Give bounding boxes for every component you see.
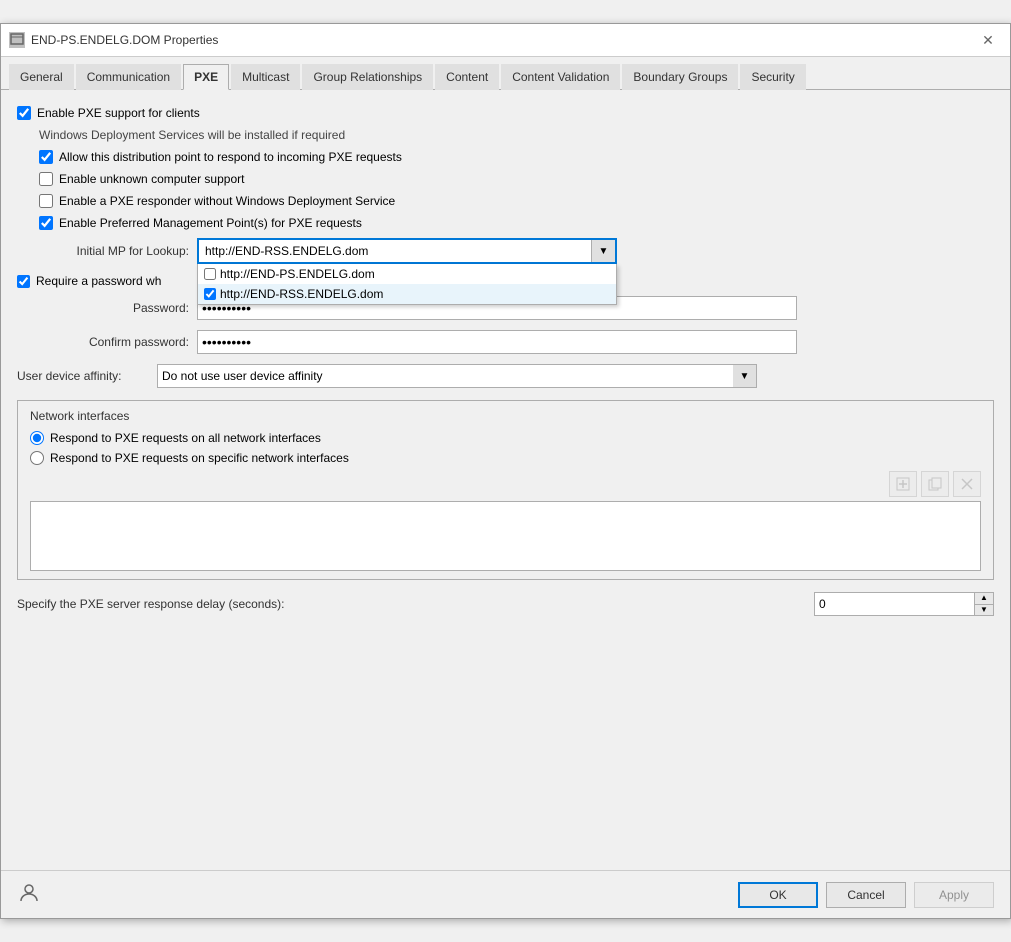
tab-security[interactable]: Security — [740, 64, 805, 90]
enable-responder-checkbox[interactable] — [39, 194, 53, 208]
initial-mp-dropdown-wrap: http://END-RSS.ENDELG.dom ▼ http://END-P… — [197, 238, 617, 264]
confirm-password-row: Confirm password: — [17, 330, 994, 354]
initial-mp-option-0-label: http://END-PS.ENDELG.dom — [220, 267, 375, 281]
enable-preferred-label: Enable Preferred Management Point(s) for… — [59, 216, 362, 230]
initial-mp-dropdown-list: http://END-PS.ENDELG.dom http://END-RSS.… — [197, 264, 617, 305]
bottom-buttons: OK Cancel Apply — [738, 882, 994, 908]
delay-spinner-wrap: 0 ▲ ▼ — [814, 592, 994, 616]
initial-mp-option-0[interactable]: http://END-PS.ENDELG.dom — [198, 264, 616, 284]
delay-row: Specify the PXE server response delay (s… — [17, 592, 994, 616]
enable-preferred-row: Enable Preferred Management Point(s) for… — [39, 216, 994, 230]
confirm-password-label: Confirm password: — [17, 335, 197, 349]
add-network-button[interactable] — [889, 471, 917, 497]
user-device-affinity-wrap: Do not use user device affinity Allow us… — [157, 364, 757, 388]
copy-icon — [928, 477, 942, 491]
radio-all-interfaces-input[interactable] — [30, 431, 44, 445]
close-button[interactable]: ✕ — [974, 30, 1002, 50]
initial-mp-option-1-label: http://END-RSS.ENDELG.dom — [220, 287, 383, 301]
delay-up-button[interactable]: ▲ — [975, 593, 993, 605]
tab-content[interactable]: Content — [435, 64, 499, 90]
initial-mp-row: Initial MP for Lookup: http://END-RSS.EN… — [17, 238, 994, 264]
network-interfaces-list — [30, 501, 981, 571]
enable-responder-label: Enable a PXE responder without Windows D… — [59, 194, 395, 208]
enable-pxe-checkbox[interactable] — [17, 106, 31, 120]
enable-pxe-row: Enable PXE support for clients — [17, 106, 994, 120]
user-device-affinity-select[interactable]: Do not use user device affinity Allow us… — [157, 364, 757, 388]
window-title: END-PS.ENDELG.DOM Properties — [31, 33, 218, 47]
title-bar: END-PS.ENDELG.DOM Properties ✕ — [1, 24, 1010, 57]
tab-group-relationships[interactable]: Group Relationships — [302, 64, 433, 90]
enable-unknown-label: Enable unknown computer support — [59, 172, 244, 186]
tabs-bar: General Communication PXE Multicast Grou… — [1, 57, 1010, 90]
initial-mp-value: http://END-RSS.ENDELG.dom — [199, 242, 591, 260]
title-bar-left: END-PS.ENDELG.DOM Properties — [9, 32, 218, 48]
enable-responder-row: Enable a PXE responder without Windows D… — [39, 194, 994, 208]
delay-spinner-buttons: ▲ ▼ — [974, 592, 994, 616]
cancel-button[interactable]: Cancel — [826, 882, 906, 908]
tab-general[interactable]: General — [9, 64, 74, 90]
pxe-content: Enable PXE support for clients Windows D… — [1, 90, 1010, 870]
network-interfaces-legend: Network interfaces — [30, 409, 981, 423]
allow-incoming-checkbox[interactable] — [39, 150, 53, 164]
initial-mp-option-1[interactable]: http://END-RSS.ENDELG.dom — [198, 284, 616, 304]
tab-pxe[interactable]: PXE — [183, 64, 229, 90]
bottom-bar: OK Cancel Apply — [1, 870, 1010, 918]
add-icon — [896, 477, 910, 491]
radio-specific-interfaces-input[interactable] — [30, 451, 44, 465]
tab-communication[interactable]: Communication — [76, 64, 181, 90]
initial-mp-dropdown-button[interactable]: ▼ — [591, 240, 615, 262]
ok-button[interactable]: OK — [738, 882, 818, 908]
delay-label: Specify the PXE server response delay (s… — [17, 597, 814, 611]
main-window: END-PS.ENDELG.DOM Properties ✕ General C… — [0, 23, 1011, 919]
user-icon — [17, 881, 41, 908]
radio-all-interfaces: Respond to PXE requests on all network i… — [30, 431, 981, 445]
require-password-label: Require a password wh — [36, 274, 161, 288]
enable-unknown-checkbox[interactable] — [39, 172, 53, 186]
delay-down-button[interactable]: ▼ — [975, 605, 993, 616]
initial-mp-option-1-checkbox[interactable] — [204, 288, 216, 300]
network-toolbar — [30, 471, 981, 497]
tab-multicast[interactable]: Multicast — [231, 64, 300, 90]
wds-note: Windows Deployment Services will be inst… — [39, 128, 994, 142]
enable-unknown-row: Enable unknown computer support — [39, 172, 994, 186]
enable-pxe-label: Enable PXE support for clients — [37, 106, 200, 120]
remove-icon — [960, 477, 974, 491]
require-password-checkbox[interactable] — [17, 275, 30, 288]
apply-button[interactable]: Apply — [914, 882, 994, 908]
tab-content-validation[interactable]: Content Validation — [501, 64, 620, 90]
window-icon — [9, 32, 25, 48]
allow-incoming-label: Allow this distribution point to respond… — [59, 150, 402, 164]
remove-network-button[interactable] — [953, 471, 981, 497]
copy-network-button[interactable] — [921, 471, 949, 497]
user-device-affinity-label: User device affinity: — [17, 369, 157, 383]
confirm-password-input[interactable] — [197, 330, 797, 354]
user-device-affinity-row: User device affinity: Do not use user de… — [17, 364, 994, 388]
tab-boundary-groups[interactable]: Boundary Groups — [622, 64, 738, 90]
allow-incoming-row: Allow this distribution point to respond… — [39, 150, 994, 164]
initial-mp-selected: http://END-RSS.ENDELG.dom ▼ — [197, 238, 617, 264]
enable-preferred-checkbox[interactable] — [39, 216, 53, 230]
delay-input[interactable]: 0 — [814, 592, 974, 616]
radio-specific-interfaces: Respond to PXE requests on specific netw… — [30, 451, 981, 465]
network-interfaces-group: Network interfaces Respond to PXE reques… — [17, 400, 994, 580]
initial-mp-option-0-checkbox[interactable] — [204, 268, 216, 280]
radio-all-interfaces-label: Respond to PXE requests on all network i… — [50, 431, 321, 445]
radio-specific-interfaces-label: Respond to PXE requests on specific netw… — [50, 451, 349, 465]
password-label: Password: — [17, 301, 197, 315]
initial-mp-label: Initial MP for Lookup: — [17, 244, 197, 258]
